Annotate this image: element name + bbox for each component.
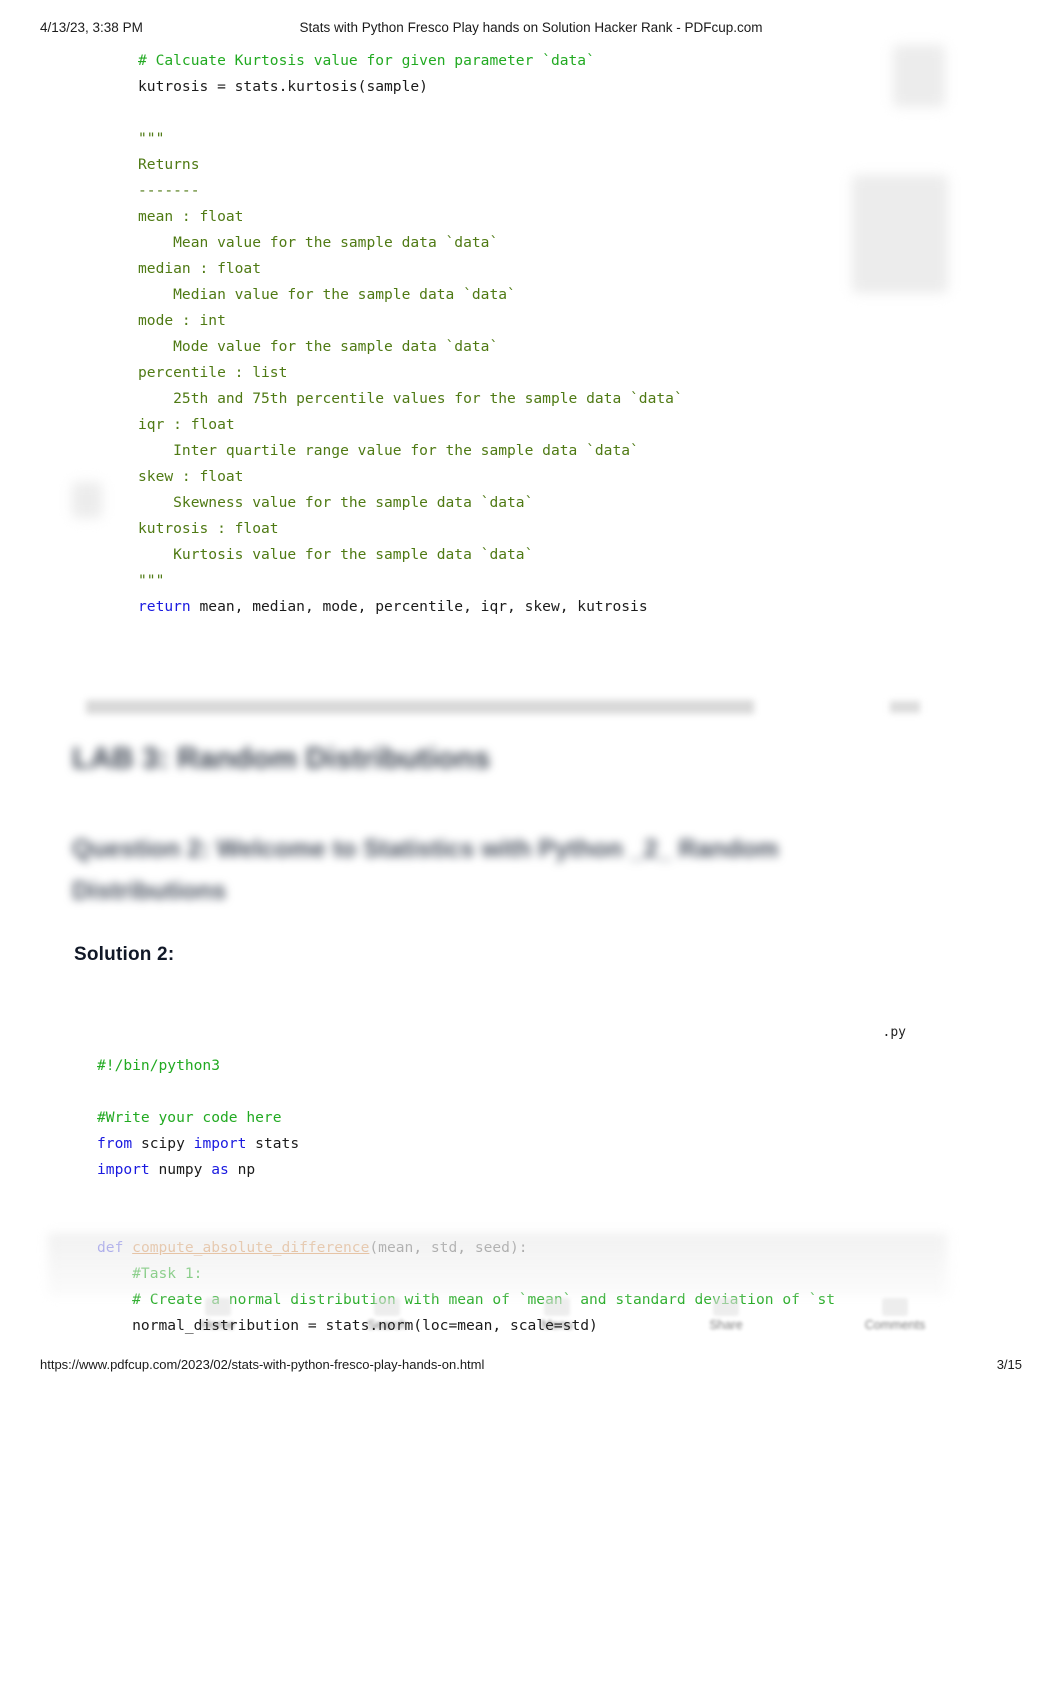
code-token: #Task 1:	[97, 1265, 203, 1282]
code-line: from scipy import stats	[0, 1131, 1062, 1157]
code-token: stats	[246, 1135, 300, 1152]
toolbar-comments-icon[interactable]	[882, 1298, 908, 1316]
blurred-divider-bar	[86, 700, 754, 714]
toolbar-search-label[interactable]: Search	[327, 1318, 447, 1332]
code-token: numpy	[149, 1161, 212, 1178]
code-line: #!/bin/python3	[0, 1053, 1062, 1079]
code-token: Mode value for the sample data `data`	[138, 338, 499, 355]
code-token: Inter quartile range value for the sampl…	[138, 442, 639, 459]
code-line: -------	[0, 178, 1062, 204]
code-line: mode : int	[0, 308, 1062, 334]
code-line: return mean, median, mode, percentile, i…	[0, 594, 1062, 620]
code-line: Median value for the sample data `data`	[0, 282, 1062, 308]
code-line: median : float	[0, 256, 1062, 282]
code-line: def compute_absolute_difference(mean, st…	[0, 1235, 1062, 1261]
code-line: Kurtosis value for the sample data `data…	[0, 542, 1062, 568]
source-url: https://www.pdfcup.com/2023/02/stats-wit…	[40, 1357, 485, 1372]
solution-label: Solution 2:	[74, 944, 175, 965]
code-line: Inter quartile range value for the sampl…	[0, 438, 1062, 464]
code-token: mean, median, mode, percentile, iqr, ske…	[190, 598, 648, 615]
code-line: skew : float	[0, 464, 1062, 490]
code-line: percentile : list	[0, 360, 1062, 386]
code-token: # Calcuate Kurtosis value for given para…	[138, 52, 595, 69]
code-token: from	[97, 1135, 133, 1152]
toolbar-home-label[interactable]: Home	[158, 1318, 278, 1332]
code-line: kutrosis : float	[0, 516, 1062, 542]
toolbar-menu-icon[interactable]	[544, 1298, 570, 1316]
code-line: #Write your code here	[0, 1105, 1062, 1131]
code-line: mean : float	[0, 204, 1062, 230]
code-token: """	[138, 130, 165, 147]
code-line: 25th and 75th percentile values for the …	[0, 386, 1062, 412]
file-extension-label: .py	[882, 1025, 906, 1040]
page-number: 3/15	[996, 1357, 1022, 1372]
toolbar-comments-label[interactable]: Comments	[835, 1318, 955, 1332]
code-token: import	[97, 1161, 150, 1178]
code-token: iqr : float	[138, 416, 235, 433]
blurred-divider-tail	[890, 701, 920, 713]
code-token: skew : float	[138, 468, 244, 485]
code-token: median : float	[138, 260, 262, 277]
code-token: np	[228, 1161, 256, 1178]
code-token: def	[97, 1239, 124, 1256]
code-token: Skewness value for the sample data `data…	[138, 494, 534, 511]
toolbar-search-icon[interactable]	[374, 1298, 400, 1316]
code-line: #Task 1:	[0, 1261, 1062, 1287]
code-line: Mean value for the sample data `data`	[0, 230, 1062, 256]
code-token: scipy	[132, 1135, 194, 1152]
code-line: """	[0, 126, 1062, 152]
code-token: #Write your code here	[97, 1109, 282, 1126]
code-token: kutrosis = stats.kurtosis(sample)	[138, 78, 428, 95]
lab-heading: LAB 3: Random Distributions	[72, 742, 491, 775]
code-block-statistics-docstring: # Calcuate Kurtosis value for given para…	[0, 48, 1062, 620]
code-line: iqr : float	[0, 412, 1062, 438]
code-line: Returns	[0, 152, 1062, 178]
code-token: 25th and 75th percentile values for the …	[138, 390, 683, 407]
code-token: #!/bin/python3	[97, 1057, 221, 1074]
code-line: """	[0, 568, 1062, 594]
toolbar-home-icon[interactable]	[205, 1298, 231, 1316]
code-line: Skewness value for the sample data `data…	[0, 490, 1062, 516]
code-block-random-distributions: #!/bin/python3 #Write your code here from…	[0, 1053, 1062, 1339]
code-token: import	[193, 1135, 247, 1152]
toolbar-menu-label[interactable]: Menu	[497, 1318, 617, 1332]
pdf-page: 4/13/23, 3:38 PM Stats with Python Fresc…	[0, 0, 1062, 1686]
code-token: -------	[138, 182, 200, 199]
code-token: kutrosis : float	[138, 520, 279, 537]
code-token: percentile : list	[138, 364, 288, 381]
code-token: Mean value for the sample data `data`	[138, 234, 499, 251]
document-title: Stats with Python Fresco Play hands on S…	[299, 20, 763, 35]
code-token: Median value for the sample data `data`	[138, 286, 516, 303]
code-token: mode : int	[138, 312, 226, 329]
code-token: Kurtosis value for the sample data `data…	[138, 546, 534, 563]
code-token: as	[211, 1161, 229, 1178]
code-line: Mode value for the sample data `data`	[0, 334, 1062, 360]
code-token: Returns	[138, 156, 200, 173]
toolbar-share-label[interactable]: Share	[666, 1318, 786, 1332]
code-line: import numpy as np	[0, 1157, 1062, 1183]
code-token: (mean, std, seed):	[369, 1239, 528, 1256]
code-token: return	[138, 598, 191, 615]
print-header: 4/13/23, 3:38 PM Stats with Python Fresc…	[0, 20, 1062, 42]
toolbar-share-icon[interactable]	[713, 1298, 739, 1316]
code-line: kutrosis = stats.kurtosis(sample)	[0, 74, 1062, 100]
reader-toolbar[interactable]: Home Search Menu Share Comments	[40, 1298, 940, 1344]
code-line: # Calcuate Kurtosis value for given para…	[0, 48, 1062, 74]
question-heading: Question 2: Welcome to Statistics with P…	[72, 835, 779, 905]
code-token: """	[138, 572, 165, 589]
code-token: mean : float	[138, 208, 244, 225]
code-token: compute_absolute_difference	[132, 1239, 370, 1256]
